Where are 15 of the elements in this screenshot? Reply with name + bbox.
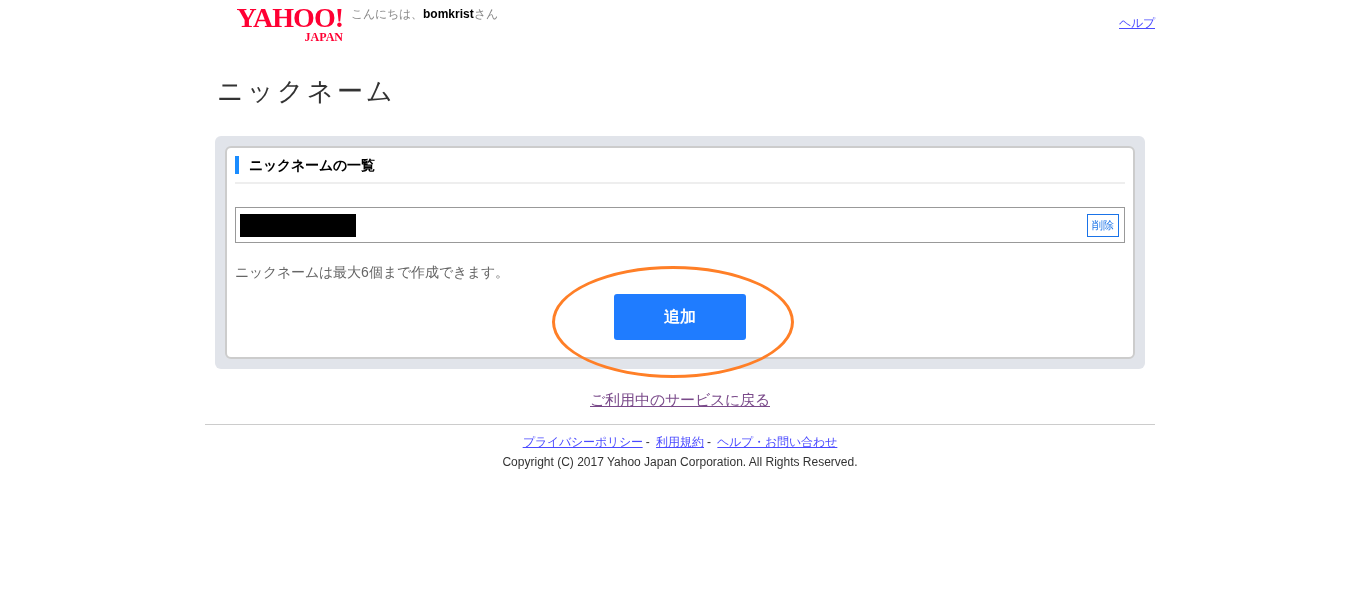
delete-button[interactable]: 削除 [1087,213,1119,237]
footer-link[interactable]: 利用規約 [656,435,704,449]
note-text: ニックネームは最大6個まで作成できます。 [235,264,510,282]
footer-link[interactable]: ヘルプ・お問い合わせ [717,435,838,449]
page-title: ニックネーム [217,75,397,108]
back-link[interactable]: ご利用中のサービスに戻る [590,391,770,408]
copyright-text: Copyright (C) 2017 Yahoo Japan Corporation. All Rights Reserved. [501,455,859,469]
logo[interactable]: YAHOO! JAPAN [205,0,343,43]
help-link[interactable]: ヘルプ [1119,15,1155,32]
separator-text: - [707,435,711,449]
add-button[interactable]: 追加 [614,294,746,340]
separator-text: - [645,435,650,449]
footer-link[interactable]: プライバシーポリシー [522,435,643,449]
section-heading: ニックネームの一覧 [235,156,1125,174]
greeting-text: こんにちは、bomkristさん [351,6,498,23]
